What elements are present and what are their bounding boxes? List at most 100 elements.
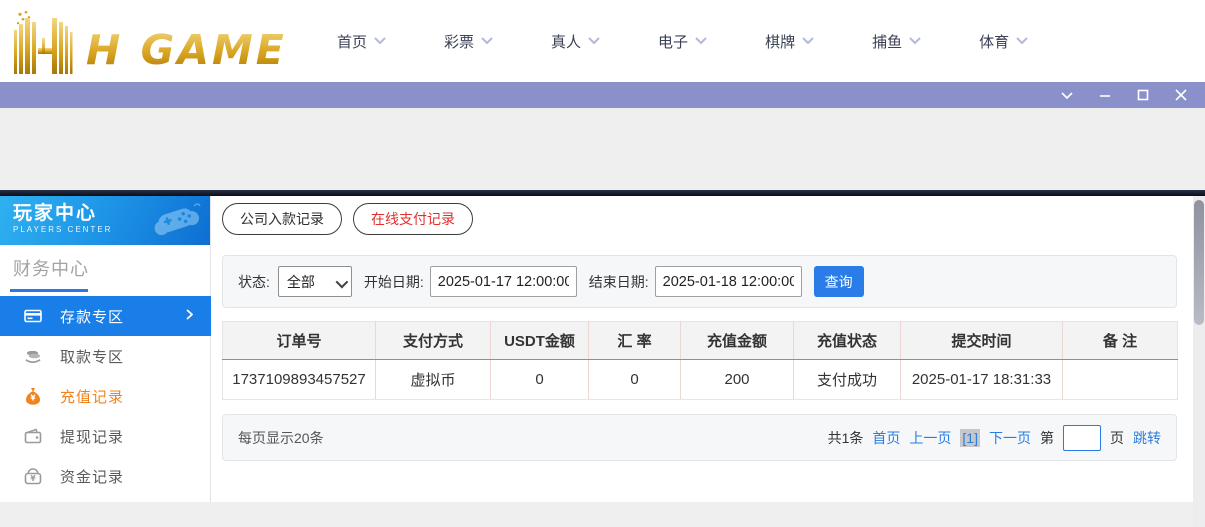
top-header: H GAME 首页 彩票 真人 电子 棋牌 [0,0,1205,82]
search-button[interactable]: 查询 [814,266,864,297]
col-order-number: 订单号 [223,322,376,360]
brand-logo-graphic: H GAME [8,8,288,76]
col-remark: 备 注 [1063,322,1178,360]
sidebar-header: 玩家中心 PLAYERS CENTER [0,196,210,245]
cell-deposit-status: 支付成功 [794,360,901,400]
cell-exchange-rate: 0 [589,360,681,400]
chevron-down-icon [588,37,600,45]
sidebar-item-withdraw-records[interactable]: 提现记录 [0,416,211,456]
jump-suffix-label: 页 [1110,428,1124,448]
sidebar-item-label: 充值记录 [60,386,124,407]
first-page-link[interactable]: 首页 [872,428,900,448]
gamepad-icon [150,200,202,245]
total-count-text: 共1条 [828,428,864,448]
prev-page-link[interactable]: 上一页 [909,428,951,448]
sidebar-item-label: 资金记录 [60,466,124,487]
nav-item-label: 电子 [658,31,688,52]
wallet-icon [24,427,42,445]
nav-item-fishing[interactable]: 捕鱼 [843,31,950,52]
start-date-label: 开始日期: [364,272,424,292]
maximize-icon[interactable] [1131,85,1155,105]
chevron-down-icon [481,37,493,45]
nav-item-slots[interactable]: 电子 [629,31,736,52]
cell-payment-method: 虚拟币 [376,360,491,400]
col-usdt-amount: USDT金额 [491,322,589,360]
finance-center-underline [10,289,88,292]
record-tabs: 公司入款记录 在线支付记录 [222,203,473,235]
chevron-down-icon [909,37,921,45]
next-page-link[interactable]: 下一页 [989,428,1031,448]
main-panel: 公司入款记录 在线支付记录 状态: 全部 开始日期: 结束日期: 查询 [212,196,1190,502]
window-titlebar [0,82,1205,108]
cell-usdt-amount: 0 [491,360,589,400]
table-row: 1737109893457527 虚拟币 0 0 200 支付成功 2025-0… [223,360,1178,400]
tab-company-deposit-records[interactable]: 公司入款记录 [222,203,342,235]
finance-center-label: 财务中心 [13,255,89,281]
chevron-down-icon [374,37,386,45]
sidebar-item-withdraw-zone[interactable]: 取款专区 [0,336,211,376]
sidebar-item-label: 提现记录 [60,426,124,447]
svg-text:¥: ¥ [30,474,36,483]
filter-panel: 状态: 全部 开始日期: 结束日期: 查询 [222,255,1177,308]
money-bag-icon: ¥ [24,387,42,405]
start-date-input[interactable] [430,266,577,297]
nav-item-lottery[interactable]: 彩票 [415,31,522,52]
col-deposit-status: 充值状态 [794,322,901,360]
nav-item-sports[interactable]: 体育 [950,31,1057,52]
sidebar-item-label: 存款专区 [60,306,124,327]
close-icon[interactable] [1169,85,1193,105]
svg-text:¥: ¥ [30,394,36,403]
jump-action-link[interactable]: 跳转 [1133,428,1161,448]
pagination-panel: 每页显示20条 共1条 首页 上一页 [1] 下一页 第 页 跳转 [222,414,1177,461]
chevron-down-icon [695,37,707,45]
sidebar: 玩家中心 PLAYERS CENTER [0,196,211,502]
purse-icon: ¥ [24,467,42,485]
sidebar-item-fund-records[interactable]: ¥ 资金记录 [0,456,211,496]
nav-item-home[interactable]: 首页 [308,31,415,52]
col-payment-method: 支付方式 [376,322,491,360]
vertical-scrollbar[interactable] [1193,196,1205,527]
nav-item-cards[interactable]: 棋牌 [736,31,843,52]
chevron-down-icon [1016,37,1028,45]
sidebar-menu: 存款专区 取款专区 ¥ 充值记录 [0,296,211,496]
chevron-down-icon [802,37,814,45]
cell-submit-time: 2025-01-17 18:31:33 [901,360,1063,400]
brand-logo[interactable]: H GAME [8,8,288,76]
deposit-records-table: 订单号 支付方式 USDT金额 汇 率 充值金额 充值状态 提交时间 备 注 1… [222,321,1178,400]
chevron-right-icon [186,307,193,325]
hand-coins-icon [24,347,42,365]
col-deposit-amount: 充值金额 [681,322,794,360]
nav-item-label: 捕鱼 [872,31,902,52]
end-date-input[interactable] [655,266,802,297]
cell-order-number: 1737109893457527 [223,360,376,400]
page-jump-input[interactable] [1063,425,1101,451]
footer-strip [0,502,1205,527]
col-exchange-rate: 汇 率 [589,322,681,360]
tab-online-payment-records[interactable]: 在线支付记录 [353,203,473,235]
col-submit-time: 提交时间 [901,322,1063,360]
collapse-chevron-icon[interactable] [1055,85,1079,105]
workspace-background [0,108,1205,190]
nav-item-label: 体育 [979,31,1009,52]
status-select[interactable]: 全部 [278,266,352,297]
bank-card-icon [24,307,42,325]
nav-item-label: 彩票 [444,31,474,52]
sidebar-item-deposit-records[interactable]: ¥ 充值记录 [0,376,211,416]
brand-logo-text: H GAME [86,26,287,74]
nav-item-label: 首页 [337,31,367,52]
minimize-icon[interactable] [1093,85,1117,105]
scrollbar-thumb[interactable] [1194,200,1204,325]
sidebar-item-deposit-zone[interactable]: 存款专区 [0,296,211,336]
nav-item-live[interactable]: 真人 [522,31,629,52]
nav-item-label: 真人 [551,31,581,52]
content-area: 玩家中心 PLAYERS CENTER [0,196,1205,502]
nav-item-label: 棋牌 [765,31,795,52]
main-nav: 首页 彩票 真人 电子 棋牌 捕鱼 [308,0,1057,82]
cell-deposit-amount: 200 [681,360,794,400]
status-select-wrap: 全部 [278,266,352,297]
app-window: H GAME 首页 彩票 真人 电子 棋牌 [0,0,1205,527]
status-label: 状态: [238,272,270,292]
page-size-text: 每页显示20条 [238,428,324,448]
table-header-row: 订单号 支付方式 USDT金额 汇 率 充值金额 充值状态 提交时间 备 注 [223,322,1178,360]
cell-remark [1063,360,1178,400]
